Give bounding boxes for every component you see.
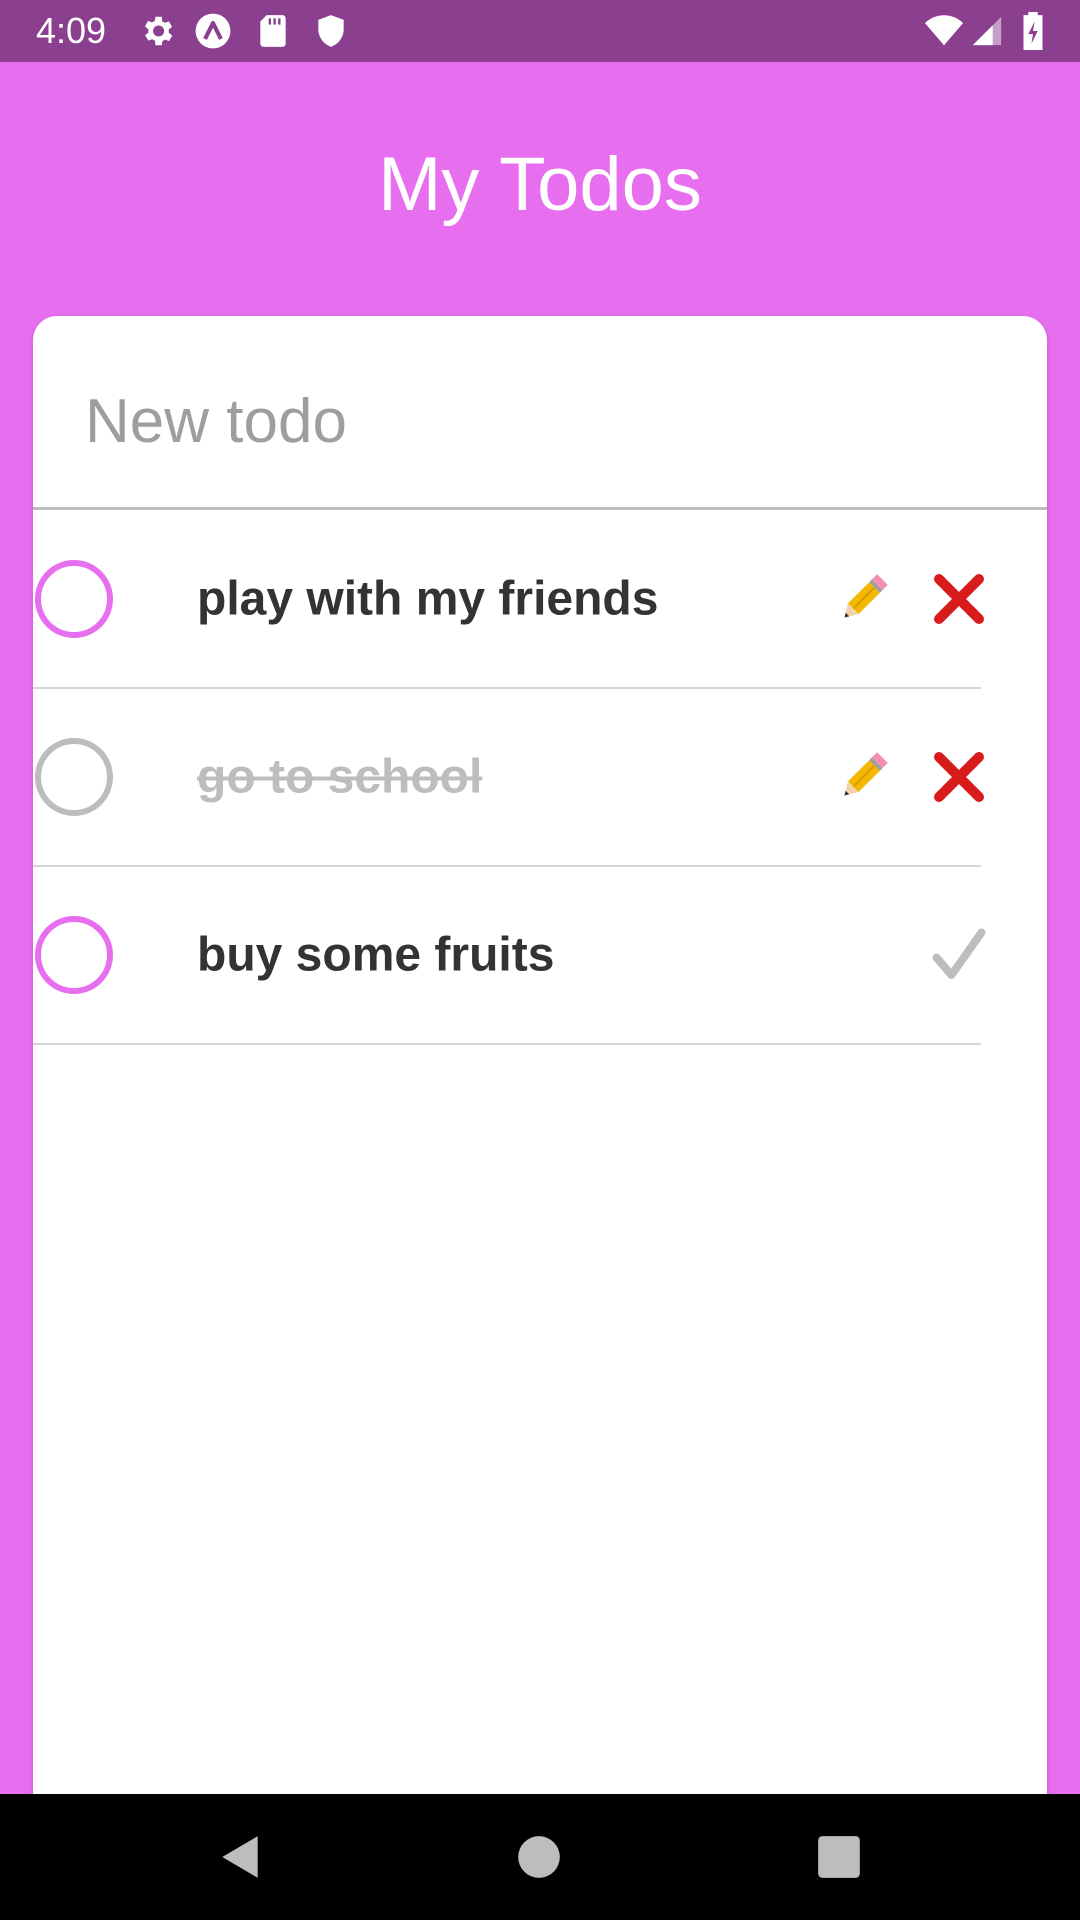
close-x-icon[interactable] xyxy=(929,747,989,807)
todo-item: buy some fruits xyxy=(33,867,986,1045)
recents-icon[interactable] xyxy=(814,1832,864,1882)
shield-icon xyxy=(312,12,350,50)
home-icon[interactable] xyxy=(514,1832,564,1882)
close-x-icon[interactable] xyxy=(929,569,989,629)
battery-charging-icon xyxy=(1018,12,1048,50)
wifi-icon xyxy=(922,12,966,50)
todo-item: go to school xyxy=(33,689,984,867)
new-todo-input[interactable] xyxy=(85,376,985,466)
back-icon[interactable] xyxy=(216,1832,266,1882)
todo-text: play with my friends xyxy=(197,572,659,626)
app-a-icon xyxy=(194,12,232,50)
todo-text: go to school xyxy=(197,750,483,804)
gear-icon xyxy=(138,12,176,50)
todo-toggle-checkbox[interactable] xyxy=(35,916,113,994)
new-todo-container xyxy=(33,316,1047,510)
todo-toggle-checkbox[interactable] xyxy=(35,738,113,816)
pencil-icon[interactable] xyxy=(833,569,893,629)
pencil-icon[interactable] xyxy=(833,747,893,807)
todo-item: play with my friends xyxy=(33,511,984,689)
page-title: My Todos xyxy=(378,142,702,227)
signal-icon xyxy=(970,12,1004,50)
checkmark-icon[interactable] xyxy=(929,925,989,985)
navigation-bar xyxy=(0,1794,1080,1920)
todo-toggle-checkbox[interactable] xyxy=(35,560,113,638)
status-bar: 4:09 xyxy=(0,0,1080,62)
sd-card-icon xyxy=(254,12,292,50)
todo-text: buy some fruits xyxy=(197,928,555,982)
status-time: 4:09 xyxy=(36,10,107,51)
